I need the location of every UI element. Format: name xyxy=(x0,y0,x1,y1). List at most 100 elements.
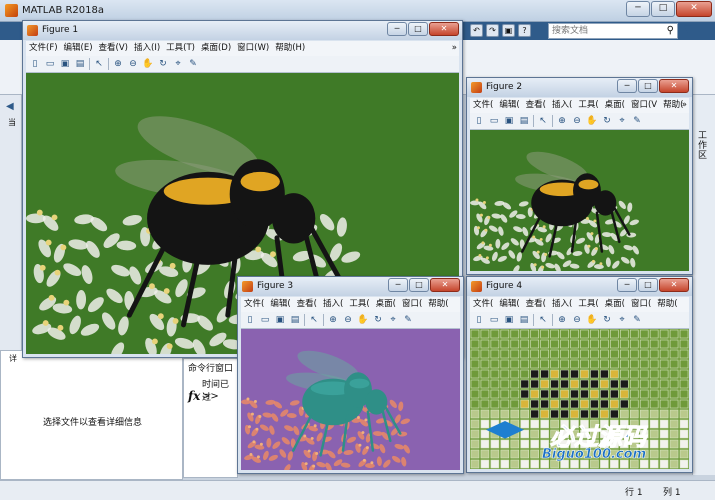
print-icon[interactable]: ▤ xyxy=(518,115,530,127)
zoom-in-icon[interactable]: ⊕ xyxy=(112,58,124,70)
menu-insert[interactable]: 插入( xyxy=(323,297,343,312)
open-file-icon[interactable]: ▭ xyxy=(488,314,500,326)
pan-icon[interactable]: ✋ xyxy=(142,58,154,70)
menu-tools[interactable]: 工具(T) xyxy=(166,41,195,56)
open-file-icon[interactable]: ▭ xyxy=(488,115,500,127)
rotate-icon[interactable]: ↻ xyxy=(601,115,613,127)
figure-2-titlebar[interactable]: Figure 2 ─ □ ✕ xyxy=(467,78,692,97)
menu-edit[interactable]: 编辑( xyxy=(499,98,519,113)
menu-view[interactable]: 查看( xyxy=(297,297,317,312)
pointer-icon[interactable]: ↖ xyxy=(93,58,105,70)
save-icon[interactable]: ▣ xyxy=(503,115,515,127)
pan-icon[interactable]: ✋ xyxy=(586,314,598,326)
new-file-icon[interactable]: ▯ xyxy=(473,314,485,326)
menu-insert[interactable]: 插入( xyxy=(552,98,572,113)
figure-3-titlebar[interactable]: Figure 3 ─ □ ✕ xyxy=(238,277,463,296)
maximize-button[interactable]: □ xyxy=(409,278,429,292)
figure-4-titlebar[interactable]: Figure 4 ─ □ ✕ xyxy=(467,277,692,296)
menu-file[interactable]: 文件(F) xyxy=(29,41,58,56)
zoom-in-icon[interactable]: ⊕ xyxy=(556,314,568,326)
minimize-button[interactable]: ─ xyxy=(617,79,637,93)
new-file-icon[interactable]: ▯ xyxy=(244,314,256,326)
close-button[interactable]: ✕ xyxy=(429,22,459,36)
menu-window[interactable]: 窗口(V xyxy=(631,98,657,113)
search-icon[interactable]: ⚲ xyxy=(667,25,674,36)
close-button[interactable]: ✕ xyxy=(430,278,460,292)
zoom-in-icon[interactable]: ⊕ xyxy=(327,314,339,326)
menu-edit[interactable]: 编辑( xyxy=(499,297,519,312)
rotate-icon[interactable]: ↻ xyxy=(601,314,613,326)
menu-window[interactable]: 窗口(W) xyxy=(237,41,269,56)
menu-more-icon[interactable]: » xyxy=(452,41,457,56)
menu-tools[interactable]: 工具( xyxy=(578,98,598,113)
menu-tools[interactable]: 工具( xyxy=(349,297,369,312)
minimize-button[interactable]: ─ xyxy=(617,278,637,292)
back-arrow-icon[interactable]: ◀ xyxy=(6,101,14,112)
menu-desktop[interactable]: 桌面(D) xyxy=(201,41,231,56)
menu-window[interactable]: 窗口( xyxy=(402,297,422,312)
print-icon[interactable]: ▤ xyxy=(518,314,530,326)
save-icon[interactable]: ▣ xyxy=(59,58,71,70)
minimize-button[interactable]: ─ xyxy=(388,278,408,292)
print-icon[interactable]: ▤ xyxy=(74,58,86,70)
brush-icon[interactable]: ✎ xyxy=(402,314,414,326)
menu-insert[interactable]: 插入(I) xyxy=(134,41,160,56)
menu-file[interactable]: 文件( xyxy=(473,98,493,113)
menu-insert[interactable]: 插入( xyxy=(552,297,572,312)
menu-help[interactable]: 帮助(H) xyxy=(275,41,305,56)
menu-view[interactable]: 查看(V) xyxy=(99,41,128,56)
undo-icon[interactable]: ↶ xyxy=(470,24,483,37)
menu-window[interactable]: 窗口( xyxy=(631,297,651,312)
zoom-out-icon[interactable]: ⊖ xyxy=(571,115,583,127)
pan-icon[interactable]: ✋ xyxy=(586,115,598,127)
zoom-out-icon[interactable]: ⊖ xyxy=(342,314,354,326)
menu-view[interactable]: 查看( xyxy=(526,297,546,312)
maximize-button[interactable]: □ xyxy=(638,79,658,93)
maximize-button[interactable]: □ xyxy=(408,22,428,36)
fx-icon[interactable]: fx xyxy=(188,389,200,403)
menu-tools[interactable]: 工具( xyxy=(578,297,598,312)
pointer-icon[interactable]: ↖ xyxy=(537,314,549,326)
current-folder-tab[interactable]: 当 xyxy=(8,117,16,128)
menu-help[interactable]: 帮助( xyxy=(428,297,448,312)
workspace-tab[interactable]: 工作区 xyxy=(698,131,708,161)
menu-help[interactable]: 帮助( xyxy=(657,297,677,312)
data-cursor-icon[interactable]: ⌖ xyxy=(616,314,628,326)
command-window[interactable]: 命令行窗口 时间已过 fx >> xyxy=(183,358,238,478)
open-file-icon[interactable]: ▭ xyxy=(259,314,271,326)
brush-icon[interactable]: ✎ xyxy=(631,115,643,127)
data-cursor-icon[interactable]: ⌖ xyxy=(387,314,399,326)
menu-edit[interactable]: 编辑( xyxy=(270,297,290,312)
menu-file[interactable]: 文件( xyxy=(473,297,493,312)
menu-file[interactable]: 文件( xyxy=(244,297,264,312)
close-button[interactable]: ✕ xyxy=(659,278,689,292)
minimize-button[interactable]: ─ xyxy=(387,22,407,36)
command-prompt[interactable]: >> xyxy=(202,391,219,402)
brush-icon[interactable]: ✎ xyxy=(187,58,199,70)
figure-1-titlebar[interactable]: Figure 1 ─ □ ✕ xyxy=(23,21,462,40)
switch-windows-icon[interactable]: ▣ xyxy=(502,24,515,37)
menu-desktop[interactable]: 桌面( xyxy=(376,297,396,312)
menu-desktop[interactable]: 桌面( xyxy=(605,98,625,113)
pan-icon[interactable]: ✋ xyxy=(357,314,369,326)
figure-2-window[interactable]: Figure 2 ─ □ ✕ 文件( 编辑( 查看( 插入( 工具( 桌面( 窗… xyxy=(466,77,693,275)
figure-3-window[interactable]: Figure 3 ─ □ ✕ 文件( 编辑( 查看( 插入( 工具( 桌面( 窗… xyxy=(237,276,464,474)
data-cursor-icon[interactable]: ⌖ xyxy=(616,115,628,127)
save-icon[interactable]: ▣ xyxy=(274,314,286,326)
menu-more-icon[interactable]: » xyxy=(682,98,687,113)
zoom-out-icon[interactable]: ⊖ xyxy=(571,314,583,326)
maximize-button[interactable]: □ xyxy=(651,1,675,17)
new-file-icon[interactable]: ▯ xyxy=(473,115,485,127)
filter-icon[interactable]: ▼ xyxy=(684,24,692,35)
search-documentation[interactable]: ⚲ xyxy=(548,23,678,39)
data-cursor-icon[interactable]: ⌖ xyxy=(172,58,184,70)
menu-edit[interactable]: 编辑(E) xyxy=(64,41,93,56)
maximize-button[interactable]: □ xyxy=(638,278,658,292)
search-input[interactable] xyxy=(549,24,659,38)
print-icon[interactable]: ▤ xyxy=(289,314,301,326)
close-button[interactable]: ✕ xyxy=(659,79,689,93)
menu-desktop[interactable]: 桌面( xyxy=(605,297,625,312)
rotate-icon[interactable]: ↻ xyxy=(372,314,384,326)
minimize-button[interactable]: ─ xyxy=(626,1,650,17)
brush-icon[interactable]: ✎ xyxy=(631,314,643,326)
